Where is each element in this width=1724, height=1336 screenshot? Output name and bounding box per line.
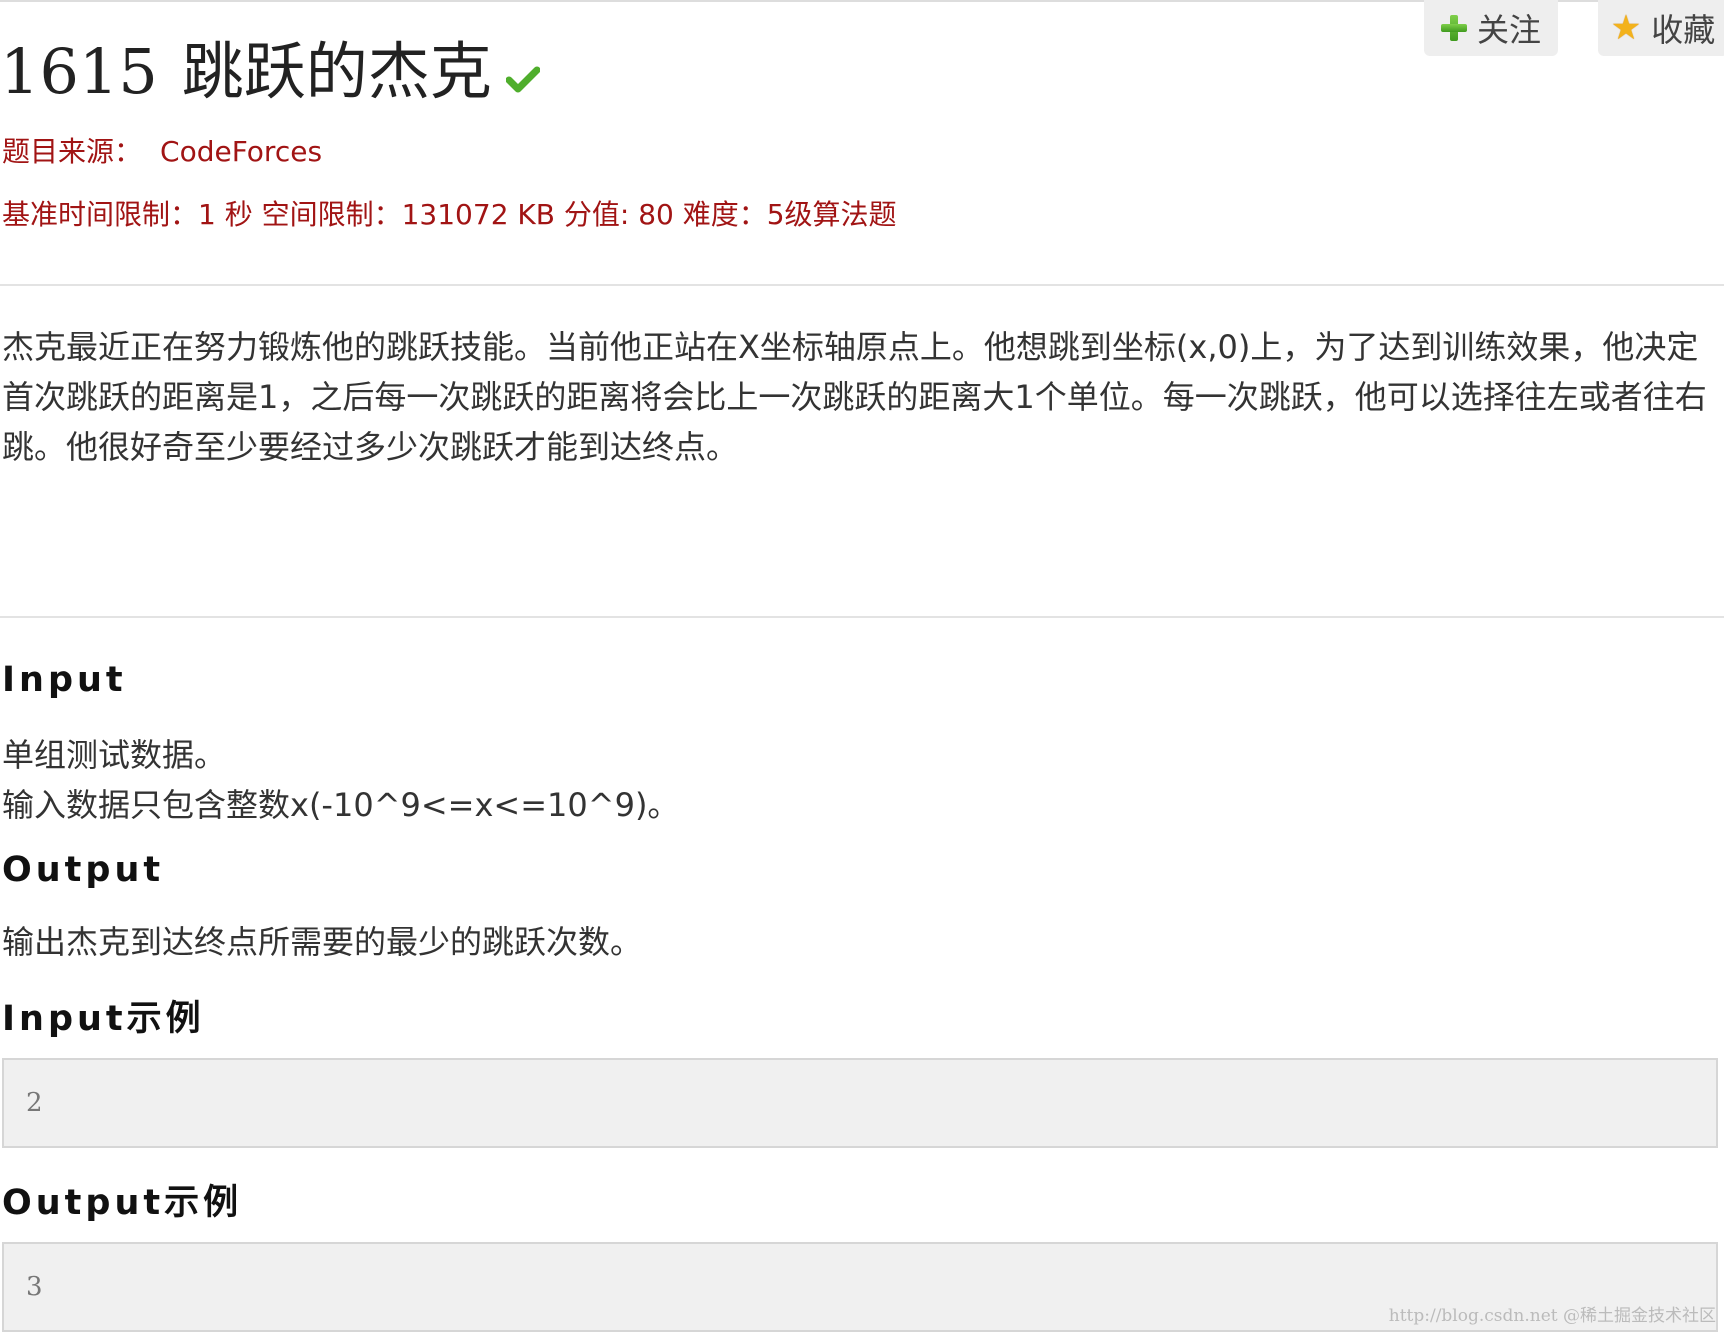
problem-limits: 基准时间限制：1 秒 空间限制：131072 KB 分值: 80 难度：5级算法…	[2, 198, 897, 231]
input-constraint-line: 输入数据只包含整数x(-10^9<=x<=10^9)。	[2, 786, 680, 824]
output-heading: Output	[2, 850, 165, 890]
follow-button[interactable]: 关注	[1424, 0, 1558, 56]
follow-label: 关注	[1476, 11, 1541, 49]
watermark: http://blog.csdn.net @稀土掘金技术社区	[1388, 1306, 1716, 1326]
problem-title: 跳跃的杰克	[181, 35, 492, 108]
input-heading: Input	[2, 660, 127, 700]
problem-id: 1615	[0, 35, 158, 108]
divider	[0, 616, 1724, 618]
sample-input-heading: Input示例	[2, 999, 205, 1039]
check-icon	[505, 66, 540, 93]
sample-output-heading: Output示例	[2, 1183, 243, 1223]
divider	[0, 284, 1724, 286]
sample-input-box: 2	[2, 1058, 1718, 1148]
favorite-button[interactable]: ★ 收藏	[1598, 0, 1724, 56]
plus-icon	[1440, 15, 1467, 41]
page-title: 1615 跳跃的杰克	[0, 34, 540, 110]
problem-description: 杰克最近正在努力锻炼他的跳跃技能。当前他正站在X坐标轴原点上。他想跳到坐标(x,…	[2, 328, 1707, 466]
source-label: 题目来源：	[2, 135, 143, 168]
favorite-label: 收藏	[1651, 11, 1716, 49]
output-description: 输出杰克到达终点所需要的最少的跳跃次数。	[2, 923, 643, 961]
star-icon: ★	[1610, 8, 1642, 48]
problem-source: 题目来源： CodeForces	[2, 130, 322, 170]
source-link[interactable]: CodeForces	[160, 135, 322, 168]
input-description-line: 单组测试数据。	[2, 736, 227, 774]
